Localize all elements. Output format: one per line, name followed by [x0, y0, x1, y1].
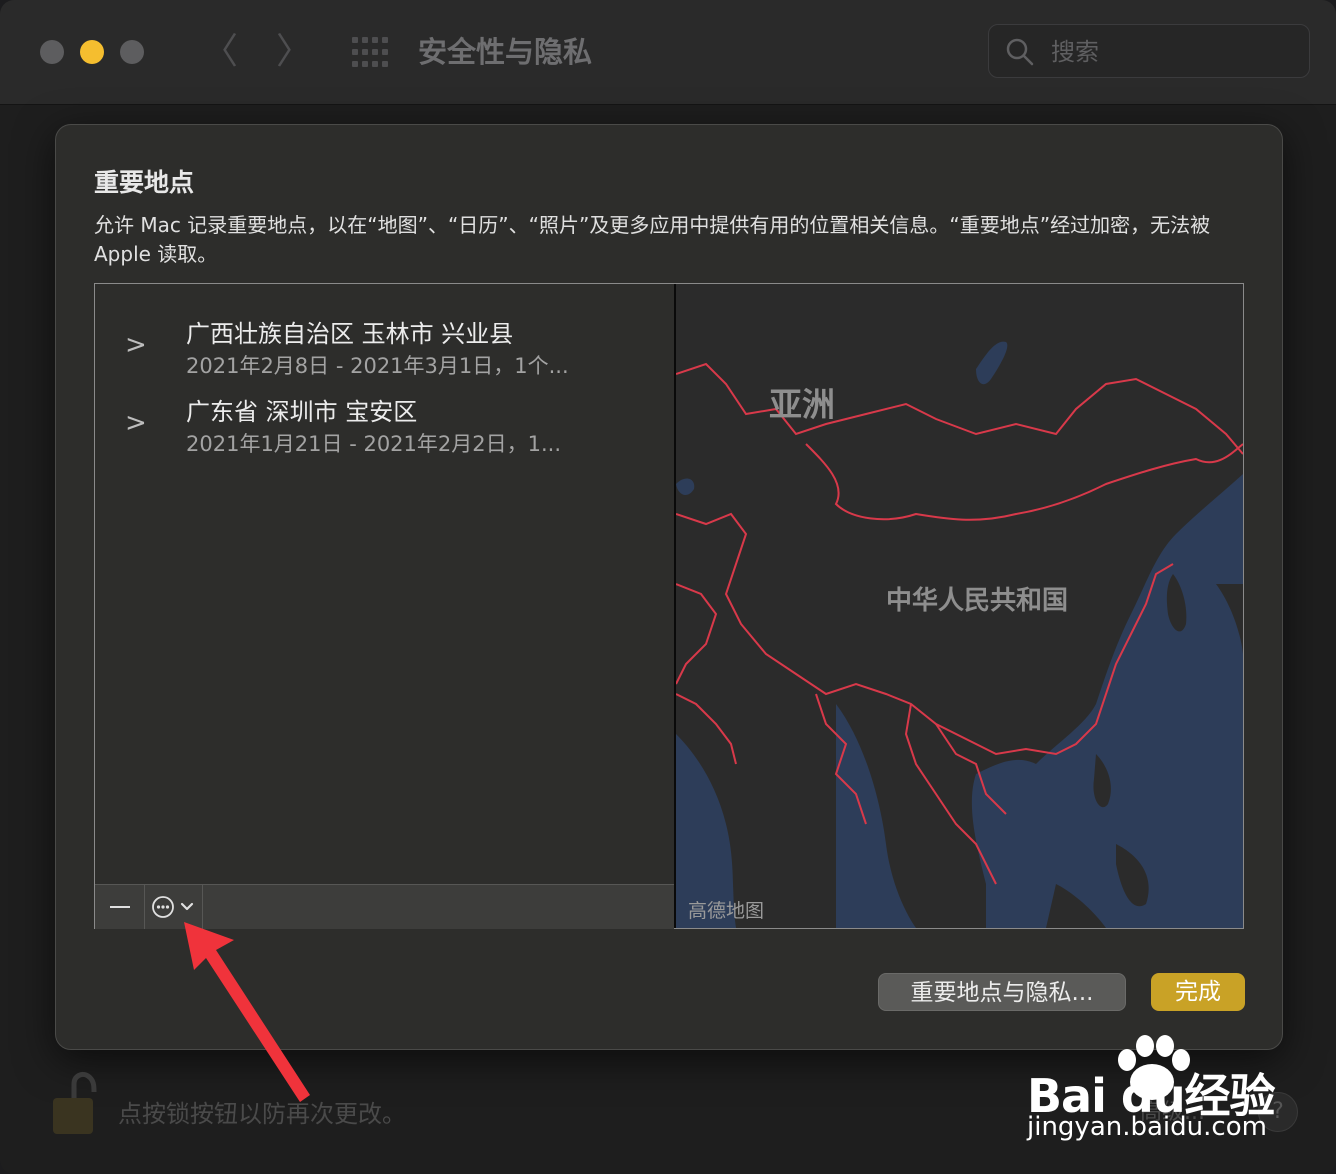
map-label-prc: 中华人民共和国 — [886, 586, 1069, 616]
map-label-asia: 亚洲 — [769, 385, 835, 424]
baidu-watermark: Bai du经验 jingyan.baidu.com — [1025, 1030, 1305, 1160]
chevron-right-icon[interactable]: > — [125, 408, 147, 438]
location-subtitle: 2021年2月8日 - 2021年3月1日，1个... — [186, 354, 569, 378]
locations-panel: > 广西壮族自治区 玉林市 兴业县 2021年2月8日 - 2021年3月1日，… — [94, 283, 1244, 929]
location-map[interactable]: 亚洲 中华人民共和国 高德地图 — [676, 284, 1243, 928]
back-icon[interactable]: 〈 — [202, 30, 238, 74]
list-item[interactable]: > 广西壮族自治区 玉林市 兴业县 2021年2月8日 - 2021年3月1日，… — [95, 314, 673, 392]
lock-icon[interactable] — [50, 1068, 100, 1138]
minimize-window-button[interactable] — [80, 40, 104, 64]
minus-icon — [110, 906, 130, 908]
lock-hint-text: 点按锁按钮以防再次更改。 — [118, 1100, 406, 1128]
search-icon — [1006, 38, 1034, 66]
close-window-button[interactable] — [40, 40, 64, 64]
location-title: 广西壮族自治区 玉林市 兴业县 — [186, 320, 514, 348]
watermark-url: jingyan.baidu.com — [1027, 1112, 1267, 1142]
window-title: 安全性与隐私 — [418, 35, 593, 69]
significant-locations-sheet: 重要地点 允许 Mac 记录重要地点，以在“地图”、“日历”、“照片”及更多应用… — [55, 124, 1283, 1050]
preferences-window: 〈 〉 安全性与隐私 重要地点 允许 Mac 记录重要地点，以在“地图”、“日历… — [0, 0, 1336, 1174]
locations-list: > 广西壮族自治区 玉林市 兴业县 2021年2月8日 - 2021年3月1日，… — [95, 284, 675, 884]
map-attribution: 高德地图 — [688, 900, 765, 922]
sheet-title: 重要地点 — [94, 168, 195, 197]
show-all-grid-icon[interactable] — [352, 37, 390, 67]
remove-button[interactable] — [95, 885, 145, 929]
chevron-right-icon[interactable]: > — [125, 330, 147, 360]
search-input[interactable] — [1049, 33, 1293, 71]
done-button[interactable]: 完成 — [1151, 973, 1245, 1011]
location-title: 广东省 深圳市 宝安区 — [186, 398, 418, 426]
title-bar: 〈 〉 安全性与隐私 — [0, 0, 1336, 105]
list-item[interactable]: > 广东省 深圳市 宝安区 2021年1月21日 - 2021年2月2日，1..… — [95, 392, 673, 470]
forward-icon[interactable]: 〉 — [276, 30, 312, 74]
sheet-description: 允许 Mac 记录重要地点，以在“地图”、“日历”、“照片”及更多应用中提供有用… — [94, 213, 1211, 266]
location-subtitle: 2021年1月21日 - 2021年2月2日，1... — [186, 432, 562, 456]
list-toolbar — [95, 884, 674, 929]
ellipsis-circle-icon — [152, 896, 194, 918]
significant-locations-privacy-button[interactable]: 重要地点与隐私... — [878, 973, 1126, 1011]
zoom-window-button[interactable] — [120, 40, 144, 64]
search-field[interactable] — [988, 24, 1310, 78]
more-actions-button[interactable] — [145, 885, 203, 929]
